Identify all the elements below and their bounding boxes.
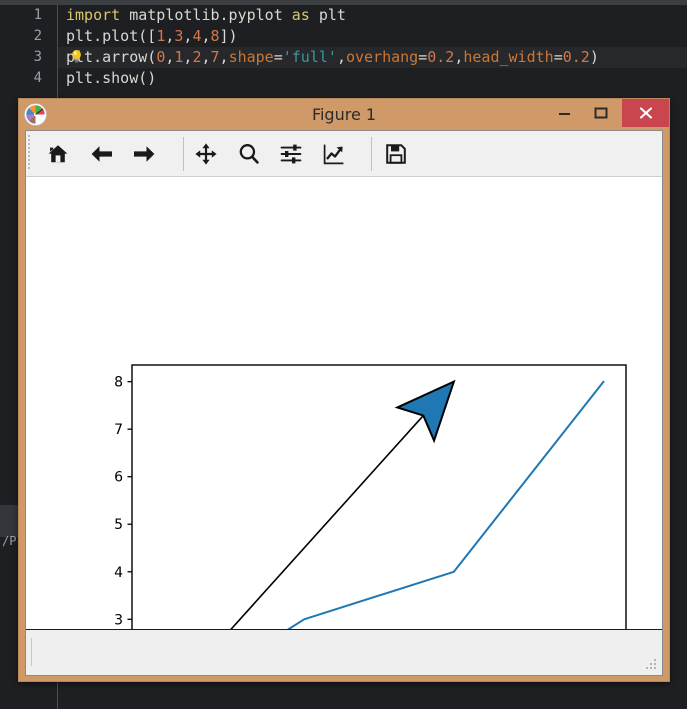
minimize-icon — [559, 113, 570, 115]
toolbar-drag-handle[interactable] — [28, 135, 33, 173]
zoom-button[interactable] — [232, 137, 266, 171]
code-token: as — [291, 6, 310, 24]
window-titlebar[interactable]: Figure 1 — [19, 99, 669, 130]
code-token: head_width — [463, 48, 554, 66]
code-token: plt.show() — [66, 69, 157, 87]
y-tick-label: 7 — [114, 422, 123, 438]
code-token: , — [201, 48, 211, 66]
forward-button[interactable] — [127, 137, 161, 171]
code-token: = — [553, 48, 563, 66]
toolbar-separator — [183, 137, 184, 171]
code-line[interactable]: plt.show() — [66, 68, 156, 89]
navigation-toolbar[interactable] — [26, 131, 662, 177]
maximize-button[interactable] — [583, 99, 619, 127]
line-number: 3 — [33, 49, 42, 65]
line-number: 2 — [33, 28, 42, 44]
code-token: shape — [228, 48, 274, 66]
pan-button[interactable] — [189, 137, 223, 171]
code-token: 0.2 — [427, 48, 455, 66]
status-bar — [26, 629, 662, 675]
left-arrow-icon — [91, 146, 112, 162]
move-arrows-icon — [195, 143, 217, 165]
statusbar-divider — [31, 638, 32, 666]
code-token: overhang — [345, 48, 419, 66]
y-tick-label: 5 — [114, 517, 123, 533]
matplotlib-axes: 0.00.51.01.52.02.53.012345678 — [26, 177, 662, 709]
code-token: matplotlib.pyplot — [120, 6, 292, 24]
code-token: import — [66, 6, 121, 24]
home-icon — [48, 145, 68, 163]
code-token: 0.2 — [562, 48, 590, 66]
figure-client-area: 0.00.51.01.52.02.53.012345678 — [25, 130, 663, 709]
y-tick-label: 8 — [114, 375, 123, 391]
line-number: 4 — [33, 70, 42, 86]
resize-grip-icon[interactable] — [646, 659, 658, 671]
minimize-button[interactable] — [547, 99, 583, 127]
sliders-icon — [280, 144, 302, 164]
code-token: , — [336, 48, 346, 66]
code-token: , — [201, 27, 211, 45]
code-token: ]) — [219, 27, 238, 45]
code-line[interactable]: plt.plot([1,3,4,8]) — [66, 26, 238, 47]
maximize-icon — [594, 107, 608, 119]
lightbulb-intention-icon[interactable] — [71, 49, 82, 63]
code-token: plt.plot([ — [66, 27, 157, 45]
code-token: 0 — [156, 48, 166, 66]
home-button[interactable] — [41, 137, 75, 171]
code-token: 8 — [210, 27, 220, 45]
code-token: 1 — [156, 27, 166, 45]
y-tick-label: 6 — [114, 470, 123, 486]
figure-canvas[interactable]: 0.00.51.01.52.02.53.012345678 — [26, 177, 662, 709]
code-token: plt — [309, 6, 346, 24]
right-arrow-icon — [134, 146, 155, 162]
close-icon — [639, 107, 652, 119]
code-token: = — [418, 48, 428, 66]
code-line[interactable]: import matplotlib.pyplot as plt — [66, 5, 346, 26]
code-token: , — [219, 48, 229, 66]
subplots-button[interactable] — [274, 137, 308, 171]
floppy-disk-icon — [386, 144, 406, 164]
side-panel-label: /P — [2, 534, 17, 548]
line-number: 1 — [33, 7, 42, 23]
code-token: 7 — [210, 48, 220, 66]
save-button[interactable] — [379, 137, 413, 171]
code-token: = — [273, 48, 283, 66]
customize-button[interactable] — [317, 137, 351, 171]
magnifier-icon — [239, 144, 259, 164]
chart-line-icon — [323, 144, 344, 165]
toolbar-separator — [371, 137, 372, 171]
y-tick-label: 3 — [114, 612, 123, 628]
code-line[interactable]: plt.arrow(0,1,2,7,shape='full',overhang=… — [66, 47, 599, 68]
y-tick-label: 4 — [114, 565, 123, 581]
close-button[interactable] — [622, 99, 669, 127]
code-token: ) — [589, 48, 599, 66]
figure-window[interactable]: Figure 1 3 4 5 6 7 8 — [18, 98, 670, 709]
code-token: 'full' — [282, 48, 337, 66]
back-button[interactable] — [85, 137, 119, 171]
